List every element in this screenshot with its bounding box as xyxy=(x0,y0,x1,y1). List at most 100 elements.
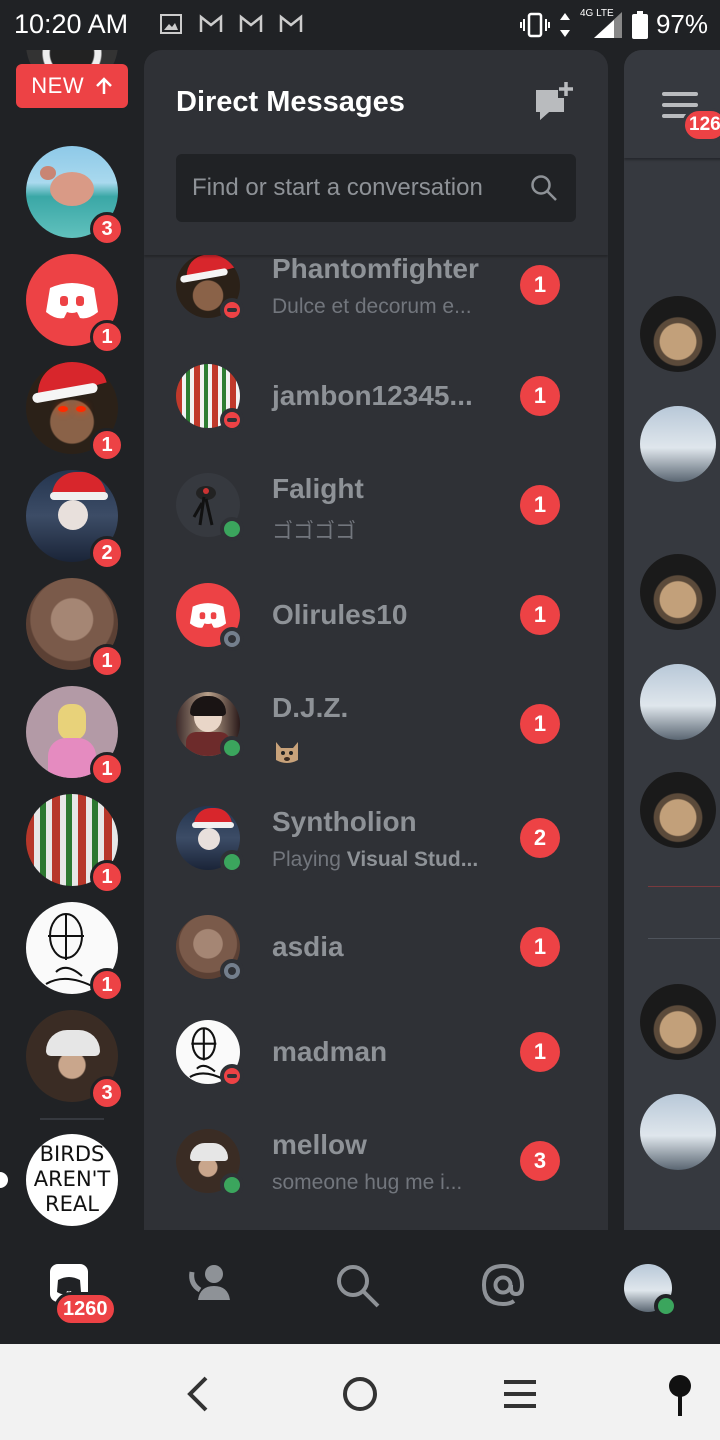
server-text: REAL xyxy=(45,1192,99,1216)
search-tab[interactable] xyxy=(332,1260,392,1320)
server-unread-badge: 1 xyxy=(90,644,124,678)
server-icon[interactable]: 1 xyxy=(26,362,124,462)
peek-header: 126 xyxy=(624,50,720,158)
dm-item-madman[interactable]: madman 1 xyxy=(144,1020,608,1120)
dm-item-jambon[interactable]: jambon12345... 1 xyxy=(144,364,608,464)
dm-item-mellow[interactable]: mellow someone hug me i... 3 xyxy=(144,1129,608,1229)
dm-item-asdia[interactable]: asdia 1 xyxy=(144,915,608,1015)
server-icon[interactable]: BIRDS AREN'T REAL xyxy=(26,1134,118,1226)
dm-unread-badge: 1 xyxy=(520,1032,560,1072)
server-separator xyxy=(40,1118,104,1120)
server-icon[interactable]: 2 xyxy=(26,470,124,570)
server-unread-badge: 1 xyxy=(90,968,124,1002)
dm-activity: Playing Visual Stud... xyxy=(272,848,478,872)
avatar xyxy=(176,473,244,541)
server-unread-badge: 2 xyxy=(90,536,124,570)
avatar xyxy=(640,296,716,372)
selected-server-indicator xyxy=(0,1172,8,1188)
server-unread-badge: 3 xyxy=(90,212,124,246)
dm-unread-badge: 1 xyxy=(520,704,560,744)
search-input[interactable] xyxy=(192,154,522,222)
friends-tab[interactable] xyxy=(186,1260,246,1320)
avatar xyxy=(640,1094,716,1170)
bottom-tab-bar: 1260 xyxy=(0,1230,720,1344)
dm-username: asdia xyxy=(272,931,344,962)
online-status-icon xyxy=(220,736,244,760)
server-icon[interactable]: 3 xyxy=(26,1010,124,1110)
new-dm-icon[interactable] xyxy=(534,82,574,122)
dm-item-olirules10[interactable]: Olirules10 1 xyxy=(144,583,608,683)
online-status-icon xyxy=(220,517,244,541)
recents-icon[interactable] xyxy=(496,1370,544,1418)
home-tab[interactable]: 1260 xyxy=(46,1260,117,1326)
dm-header: Direct Messages xyxy=(144,50,608,255)
avatar xyxy=(176,1129,244,1197)
avatar xyxy=(176,915,244,983)
dm-username: Phantomfighter xyxy=(272,253,479,284)
dm-unread-badge: 1 xyxy=(520,376,560,416)
dm-username: Olirules10 xyxy=(272,599,408,630)
offline-status-icon xyxy=(220,627,244,651)
search-icon[interactable] xyxy=(530,174,558,202)
server-unread-badge: 3 xyxy=(90,1076,124,1110)
notification-icons xyxy=(158,12,304,36)
profile-tab[interactable] xyxy=(622,1260,682,1320)
search-bar xyxy=(176,154,576,222)
signal-icon: 4G LTE xyxy=(580,8,624,40)
search-icon xyxy=(337,1265,380,1308)
server-icon[interactable]: 1 xyxy=(26,902,124,1002)
online-status-icon xyxy=(220,1173,244,1197)
dm-username: mellow xyxy=(272,1129,367,1160)
dm-unread-badge: 1 xyxy=(520,485,560,525)
avatar xyxy=(640,984,716,1060)
dm-item-syntholion[interactable]: Syntholion Playing Visual Stud... 2 xyxy=(144,806,608,906)
dm-username: Syntholion xyxy=(272,806,417,837)
server-unread-badge: 1 xyxy=(90,752,124,786)
server-text: AREN'T xyxy=(33,1167,111,1191)
battery-icon xyxy=(631,10,648,39)
dm-username: D.J.Z. xyxy=(272,692,349,723)
dm-unread-badge: 2 xyxy=(520,818,560,858)
new-messages-divider xyxy=(648,886,720,887)
home-unread-badge: 1260 xyxy=(54,1292,117,1326)
activity-name: Visual Stud... xyxy=(346,848,479,871)
dm-item-phantomfighter[interactable]: Phantomfighter Dulce et decorum e... 1 xyxy=(144,253,608,353)
server-unread-badge: 1 xyxy=(90,428,124,462)
server-icon[interactable]: 1 xyxy=(26,578,124,678)
dm-username: jambon12345... xyxy=(272,380,473,411)
direct-messages-panel: Phantomfighter Dulce et decorum e... 1 j… xyxy=(144,50,608,1230)
activity-prefix: Playing xyxy=(272,848,347,871)
at-mention-icon xyxy=(481,1263,525,1307)
avatar xyxy=(176,1020,244,1088)
dm-item-djz[interactable]: D.J.Z. 1 xyxy=(144,692,608,792)
server-icon[interactable]: 1 xyxy=(26,686,124,786)
avatar xyxy=(640,406,716,482)
friends-icon xyxy=(189,1265,230,1300)
home-circle-icon[interactable] xyxy=(336,1370,384,1418)
server-icon[interactable]: 1 xyxy=(26,254,124,354)
new-unreads-pill[interactable]: NEW xyxy=(16,64,128,108)
dm-status-text: Dulce et decorum e... xyxy=(272,295,472,318)
server-unread-badge: 1 xyxy=(90,860,124,894)
dm-username: Falight xyxy=(272,473,364,504)
dnd-status-icon xyxy=(220,408,244,432)
pin-icon[interactable] xyxy=(656,1370,704,1418)
channel-peek-panel[interactable]: 126 xyxy=(624,50,720,1230)
mentions-tab[interactable] xyxy=(478,1260,538,1320)
server-icon[interactable]: 3 xyxy=(26,146,124,246)
avatar xyxy=(176,254,244,322)
page-title: Direct Messages xyxy=(176,86,405,118)
dnd-status-icon xyxy=(220,298,244,322)
online-status-icon xyxy=(220,850,244,874)
dm-item-falight[interactable]: Falight ゴゴゴゴ 1 xyxy=(144,473,608,573)
back-icon[interactable] xyxy=(176,1370,224,1418)
mention-badge: 126 xyxy=(682,108,720,142)
status-time: 10:20 AM xyxy=(14,9,129,39)
dm-unread-badge: 1 xyxy=(520,595,560,635)
avatar xyxy=(640,664,716,740)
gmail-icon xyxy=(239,14,263,32)
battery-percent: 97% xyxy=(655,9,708,39)
cat-emoji-icon xyxy=(276,742,298,763)
server-icon[interactable]: 1 xyxy=(26,794,124,894)
dm-unread-badge: 1 xyxy=(520,265,560,305)
